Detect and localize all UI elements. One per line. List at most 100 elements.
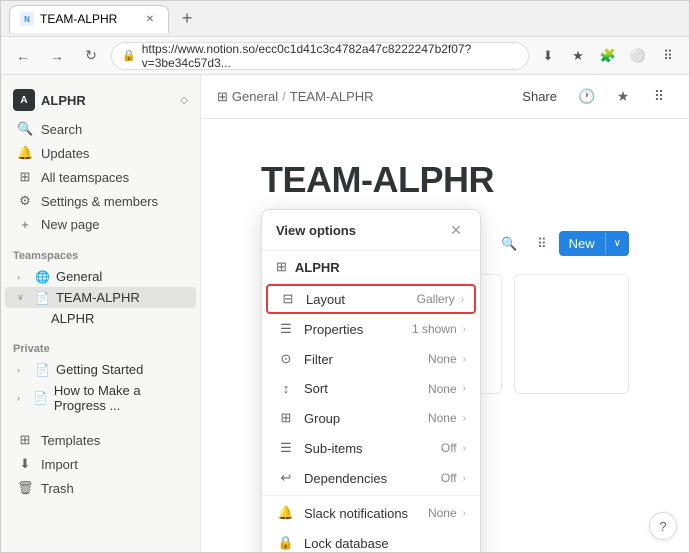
- settings-icon: ⚙: [17, 193, 33, 209]
- vo-slack-label: Slack notifications: [304, 506, 428, 521]
- page-title: TEAM-ALPHR: [261, 159, 629, 201]
- vo-row-properties[interactable]: ☰ Properties 1 shown ›: [262, 314, 480, 344]
- vo-row-lock[interactable]: 🔒 Lock database: [262, 528, 480, 552]
- history-icon[interactable]: 🕐: [573, 83, 601, 111]
- sidebar-item-team-alphr[interactable]: ∨ 📄 TEAM-ALPHR: [5, 287, 196, 308]
- vo-sort-label: Sort: [304, 381, 428, 396]
- address-bar[interactable]: 🔒 https://www.notion.so/ecc0c1d41c3c4782…: [111, 42, 529, 70]
- vo-view-icon: ⊞: [276, 259, 287, 275]
- menu-icon[interactable]: ⠿: [655, 43, 681, 69]
- sidebar-label-newpage: New page: [41, 217, 100, 232]
- db-search-button[interactable]: 🔍: [493, 232, 525, 256]
- address-lock-icon: 🔒: [122, 49, 136, 62]
- sort-icon: ↕: [276, 381, 296, 396]
- browser-toolbar-icons: ⬇ ★ 🧩 ⚪ ⠿: [535, 43, 681, 69]
- sidebar-item-newpage[interactable]: + New page: [5, 213, 196, 236]
- sidebar-item-how-to-progress[interactable]: › 📄 How to Make a Progress ...: [5, 380, 196, 416]
- vo-row-filter[interactable]: ⊙ Filter None ›: [262, 344, 480, 374]
- trash-icon: 🗑: [17, 480, 33, 496]
- more-icon[interactable]: ⠿: [645, 83, 673, 111]
- gallery-card-3[interactable]: [514, 274, 629, 394]
- download-icon[interactable]: ⬇: [535, 43, 561, 69]
- sidebar-item-alphr-child[interactable]: ALPHR: [5, 308, 196, 329]
- vo-dependencies-caret: ›: [463, 473, 466, 484]
- general-icon: 🌐: [35, 270, 50, 284]
- vo-row-sort[interactable]: ↕ Sort None ›: [262, 374, 480, 403]
- sidebar-item-templates[interactable]: ⊞ Templates: [5, 428, 196, 452]
- vo-row-group[interactable]: ⊞ Group None ›: [262, 403, 480, 433]
- favorite-icon[interactable]: ★: [609, 83, 637, 111]
- vo-row-subitems[interactable]: ☰ Sub-items Off ›: [262, 433, 480, 463]
- forward-button[interactable]: →: [43, 42, 71, 70]
- extension-icon[interactable]: 🧩: [595, 43, 621, 69]
- vo-sort-caret: ›: [463, 383, 466, 394]
- sidebar-item-search[interactable]: 🔍 Search: [5, 117, 196, 141]
- browser-tab[interactable]: N TEAM-ALPHR ✕: [9, 5, 169, 33]
- new-tab-button[interactable]: +: [173, 5, 201, 33]
- sidebar-item-import[interactable]: ⬇ Import: [5, 452, 196, 476]
- sidebar-item-settings[interactable]: ⚙ Settings & members: [5, 189, 196, 213]
- view-options-header: View options ✕: [262, 210, 480, 251]
- vo-dependencies-label: Dependencies: [304, 471, 441, 486]
- back-button[interactable]: ←: [9, 42, 37, 70]
- topbar: ⊞ General / TEAM-ALPHR Share 🕐 ★ ⠿: [201, 75, 689, 119]
- how-to-progress-label: How to Make a Progress ...: [54, 383, 184, 413]
- page-area: TEAM-ALPHR ⊞ ALPHR ∨ Filter Sort 🔍 ⠿ New: [201, 119, 689, 552]
- vo-slack-value: None: [428, 506, 457, 520]
- vo-subitems-caret: ›: [463, 443, 466, 454]
- vo-row-dependencies[interactable]: ↩ Dependencies Off ›: [262, 463, 480, 493]
- address-text: https://www.notion.so/ecc0c1d41c3c4782a4…: [142, 42, 518, 70]
- group-icon: ⊞: [276, 410, 296, 426]
- browser-frame: N TEAM-ALPHR ✕ + ← → ↻ 🔒 https://www.not…: [0, 0, 690, 553]
- vo-properties-value: 1 shown: [412, 322, 457, 336]
- general-label: General: [56, 269, 102, 284]
- main-content: ⊞ General / TEAM-ALPHR Share 🕐 ★ ⠿ TEAM-…: [201, 75, 689, 552]
- search-icon: 🔍: [17, 121, 33, 137]
- workspace-name: ALPHR: [41, 93, 174, 108]
- bookmark-icon[interactable]: ★: [565, 43, 591, 69]
- sidebar-item-trash[interactable]: 🗑 Trash: [5, 476, 196, 500]
- profile-icon[interactable]: ⚪: [625, 43, 651, 69]
- new-button-label: New: [559, 231, 605, 256]
- new-button[interactable]: New ∨: [559, 231, 629, 256]
- help-button[interactable]: ?: [649, 512, 677, 540]
- vo-filter-label: Filter: [304, 352, 428, 367]
- vo-row-slack[interactable]: 🔔 Slack notifications None ›: [262, 498, 480, 528]
- vo-subitems-label: Sub-items: [304, 441, 441, 456]
- db-more-button[interactable]: ⠿: [529, 232, 555, 256]
- app-content: A ALPHR ◇ 🔍 Search 🔔 Updates ⊞ All teams…: [1, 75, 689, 552]
- layout-icon: ⊟: [278, 291, 298, 307]
- workspace-header[interactable]: A ALPHR ◇: [1, 83, 200, 117]
- view-options-close-button[interactable]: ✕: [446, 220, 466, 240]
- vo-subitems-value: Off: [441, 441, 457, 455]
- sidebar-item-general[interactable]: › 🌐 General: [5, 266, 196, 287]
- refresh-button[interactable]: ↻: [77, 42, 105, 70]
- filter-icon: ⊙: [276, 351, 296, 367]
- browser-titlebar: N TEAM-ALPHR ✕ +: [1, 1, 689, 37]
- breadcrumb-parent[interactable]: General: [232, 89, 278, 104]
- slack-icon: 🔔: [276, 505, 296, 521]
- share-button[interactable]: Share: [514, 85, 565, 108]
- sidebar-label-trash: Trash: [41, 481, 74, 496]
- import-icon: ⬇: [17, 456, 33, 472]
- vo-group-caret: ›: [463, 413, 466, 424]
- updates-icon: 🔔: [17, 145, 33, 161]
- sidebar-label-settings: Settings & members: [41, 194, 158, 209]
- private-section-label: Private: [1, 329, 200, 359]
- topbar-right: Share 🕐 ★ ⠿: [514, 83, 673, 111]
- vo-slack-caret: ›: [463, 508, 466, 519]
- alphr-child-label: ALPHR: [51, 311, 94, 326]
- workspace-caret: ◇: [180, 95, 188, 106]
- vo-row-layout[interactable]: ⊟ Layout Gallery ›: [266, 284, 476, 314]
- view-options-panel: View options ✕ ⊞ ALPHR ⊟ Layout Gallery: [261, 209, 481, 552]
- new-button-caret: ∨: [605, 233, 629, 254]
- vo-divider-1: [262, 495, 480, 496]
- breadcrumb: ⊞ General / TEAM-ALPHR: [217, 89, 374, 105]
- vo-filter-value: None: [428, 352, 457, 366]
- tab-close-button[interactable]: ✕: [142, 11, 158, 27]
- sidebar-item-getting-started[interactable]: › 📄 Getting Started: [5, 359, 196, 380]
- vo-layout-caret: ›: [461, 294, 464, 305]
- vo-sort-value: None: [428, 382, 457, 396]
- sidebar-item-updates[interactable]: 🔔 Updates: [5, 141, 196, 165]
- sidebar-item-teamspaces[interactable]: ⊞ All teamspaces: [5, 165, 196, 189]
